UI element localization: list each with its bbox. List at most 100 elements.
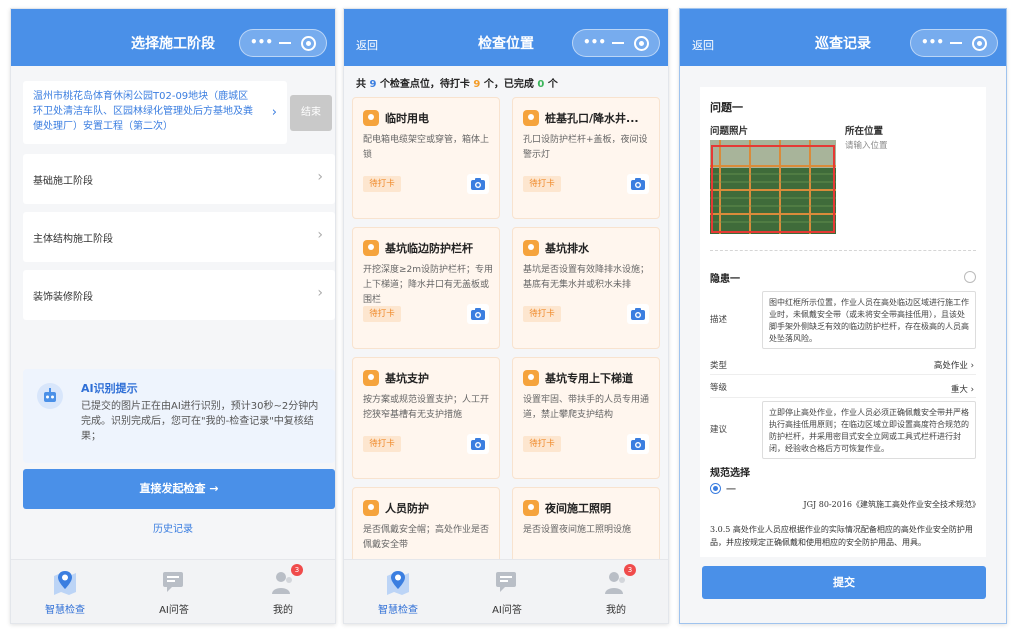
norm-reference: JGJ 80-2016《建筑施工高处作业安全技术规范》 bbox=[803, 500, 980, 509]
camera-button[interactable] bbox=[467, 174, 489, 194]
camera-button[interactable] bbox=[627, 174, 649, 194]
checkpoint-summary: 共 9 个检查点位，待打卡 9 个，已完成 0 个 bbox=[356, 75, 558, 90]
card-desc: 基坑是否设置有效降排水设施；基底有无集水并或积水未排 bbox=[523, 265, 650, 290]
stage-label: 装饰装修阶段 bbox=[33, 292, 93, 303]
checkpoint-card[interactable]: 桩基孔口/降水井... 孔口设防护栏杆+盖板，夜间设警示灯 待打卡 bbox=[512, 97, 660, 219]
mini-program-capsule[interactable]: ••• bbox=[572, 29, 660, 57]
tab-label: AI问答 bbox=[159, 605, 189, 616]
camera-button[interactable] bbox=[627, 304, 649, 324]
tab-bar: 智慧检查 AI问答 3 我的 bbox=[11, 559, 335, 623]
location-pin-icon bbox=[523, 240, 539, 256]
card-desc: 按方案或规范设置支护；人工开挖狭窄基槽有无支护措施 bbox=[363, 395, 490, 420]
total-count: 9 bbox=[369, 79, 377, 90]
checkpoint-card[interactable]: 基坑临边防护栏杆 开挖深度≥2m设防护栏杆；专用上下梯道；降水井口有无盖板或围栏待… bbox=[352, 227, 500, 349]
desc-label: 描述 bbox=[710, 315, 728, 325]
location-pin-icon bbox=[363, 370, 379, 386]
checkpoint-card[interactable]: 基坑支护 按方案或规范设置支护；人工开挖狭窄基槽有无支护措施 待打卡 bbox=[352, 357, 500, 479]
issue-title: 问题一 bbox=[710, 101, 743, 114]
level-value: 重大 bbox=[950, 385, 968, 395]
card-title: 基坑排水 bbox=[545, 242, 589, 255]
norm-radio-selected[interactable] bbox=[710, 483, 721, 494]
location-pin-icon bbox=[363, 500, 379, 516]
camera-button[interactable] bbox=[467, 304, 489, 324]
issue-photo[interactable] bbox=[710, 140, 836, 234]
close-target-icon[interactable] bbox=[972, 36, 987, 51]
camera-icon bbox=[471, 308, 485, 320]
submit-button[interactable]: 提交 bbox=[702, 566, 986, 599]
pending-count: 9 bbox=[473, 79, 481, 90]
card-desc: 配电箱电缆架空或穿管，箱体上锁 bbox=[363, 135, 490, 160]
summary-suffix: 个 bbox=[547, 79, 558, 90]
minimize-icon[interactable] bbox=[612, 42, 624, 44]
minimize-icon[interactable] bbox=[950, 42, 962, 44]
summary-mid1: 个检查点位，待打卡 bbox=[379, 79, 470, 90]
tab-label: 智慧检查 bbox=[378, 605, 418, 616]
issue-card: 问题一 问题照片 所在位置 请输入位置 隐患一 描述 图中红框所示位置，作业人员… bbox=[700, 87, 986, 557]
norm-text: 3.0.5 高处作业人员应根据作业的实际情况配备相应的高处作业安全防护用品，并应… bbox=[710, 525, 973, 547]
card-desc: 孔口设防护栏杆+盖板，夜间设警示灯 bbox=[523, 135, 648, 160]
status-badge: 待打卡 bbox=[363, 176, 401, 192]
tab-label: 我的 bbox=[273, 605, 293, 616]
arrow-right-icon: → bbox=[209, 482, 219, 495]
phone-check-location: 返回 检查位置 ••• 共 9 个检查点位，待打卡 9 个，已完成 0 个 临时… bbox=[343, 8, 669, 624]
stage-label: 主体结构施工阶段 bbox=[33, 234, 113, 245]
more-icon[interactable]: ••• bbox=[921, 35, 944, 49]
advice-textarea[interactable]: 立即停止高处作业，作业人员必须正确佩戴安全带并严格执行高挂低用原则；在临边区域立… bbox=[762, 401, 976, 459]
status-badge: 待打卡 bbox=[363, 306, 401, 322]
status-badge: 待打卡 bbox=[523, 176, 561, 192]
desc-textarea[interactable]: 图中红框所示位置，作业人员在高处临边区域进行施工作业时，未佩戴安全带（或未将安全… bbox=[762, 291, 976, 349]
checkpoint-card[interactable]: 基坑专用上下梯道设置牢固、带扶手的人员专用通道，禁止攀爬支护结构待打卡 bbox=[512, 357, 660, 479]
hazard-title: 隐患一 bbox=[710, 274, 740, 285]
card-desc: 开挖深度≥2m设防护栏杆；专用上下梯道；降水井口有无盖板或围栏 bbox=[363, 265, 494, 305]
divider bbox=[710, 374, 976, 375]
history-link[interactable]: 历史记录 bbox=[11, 520, 335, 535]
end-button[interactable]: 结束 bbox=[290, 95, 332, 131]
ai-tip-title: AI识别提示 bbox=[81, 382, 138, 395]
mini-program-capsule[interactable]: ••• bbox=[910, 29, 998, 57]
stage-item-foundation[interactable]: 基础施工阶段 › bbox=[23, 154, 335, 204]
tab-label: 我的 bbox=[606, 605, 626, 616]
chevron-right-icon: › bbox=[970, 361, 974, 371]
status-badge: 待打卡 bbox=[363, 436, 401, 452]
chevron-right-icon: › bbox=[317, 285, 323, 301]
more-icon[interactable]: ••• bbox=[583, 35, 606, 49]
chevron-right-icon: › bbox=[271, 105, 277, 120]
checkpoint-card[interactable]: 临时用电配电箱电缆架空或穿管，箱体上锁待打卡 bbox=[352, 97, 500, 219]
stage-item-decoration[interactable]: 装饰装修阶段 › bbox=[23, 270, 335, 320]
camera-button[interactable] bbox=[467, 434, 489, 454]
card-title: 夜间施工照明 bbox=[545, 502, 611, 515]
close-target-icon[interactable] bbox=[634, 36, 649, 51]
map-pin-icon bbox=[387, 571, 409, 595]
start-inspection-button[interactable]: 直接发起检查 → bbox=[23, 469, 335, 509]
project-selector[interactable]: 温州市桃花岛体育休闲公园T02-09地块（鹿城区环卫处清洁车队、区园林绿化管理处… bbox=[23, 81, 287, 144]
hazard-radio[interactable] bbox=[964, 271, 976, 283]
checkpoint-card[interactable]: 基坑排水 基坑是否设置有效降排水设施；基底有无集水并或积水未排 待打卡 bbox=[512, 227, 660, 349]
card-title: 基坑专用上下梯道 bbox=[545, 372, 633, 385]
type-select[interactable]: 高处作业 › bbox=[934, 359, 974, 371]
unread-badge: 3 bbox=[624, 564, 636, 576]
card-desc: 设置牢固、带扶手的人员专用通道，禁止攀爬支护结构 bbox=[523, 395, 650, 420]
more-icon[interactable]: ••• bbox=[250, 35, 273, 49]
mini-program-capsule[interactable]: ••• bbox=[239, 29, 327, 57]
camera-button[interactable] bbox=[627, 434, 649, 454]
status-badge: 待打卡 bbox=[523, 436, 561, 452]
ai-tip-text: 已提交的图片正在由AI进行识别，预计30秒~2分钟内完成。识别完成后，您可在"我… bbox=[81, 401, 319, 442]
photo-label: 问题照片 bbox=[710, 126, 749, 137]
tab-bar: 智慧检查 AI问答 3 我的 bbox=[344, 559, 668, 623]
summary-prefix: 共 bbox=[356, 79, 366, 90]
chat-icon bbox=[496, 572, 516, 592]
advice-label: 建议 bbox=[710, 425, 728, 435]
tab-label: 智慧检查 bbox=[45, 605, 85, 616]
stage-item-structure[interactable]: 主体结构施工阶段 › bbox=[23, 212, 335, 262]
close-target-icon[interactable] bbox=[301, 36, 316, 51]
minimize-icon[interactable] bbox=[279, 42, 291, 44]
location-pin-icon bbox=[363, 240, 379, 256]
start-label: 直接发起检查 bbox=[139, 482, 206, 495]
card-title: 临时用电 bbox=[385, 112, 429, 125]
norm-option[interactable]: 一 bbox=[726, 481, 736, 496]
robot-icon bbox=[37, 383, 63, 409]
chevron-right-icon: › bbox=[970, 385, 974, 395]
level-select[interactable]: 重大 › bbox=[951, 383, 974, 395]
summary-mid2: 个，已完成 bbox=[483, 79, 534, 90]
location-input[interactable]: 请输入位置 bbox=[845, 139, 888, 151]
